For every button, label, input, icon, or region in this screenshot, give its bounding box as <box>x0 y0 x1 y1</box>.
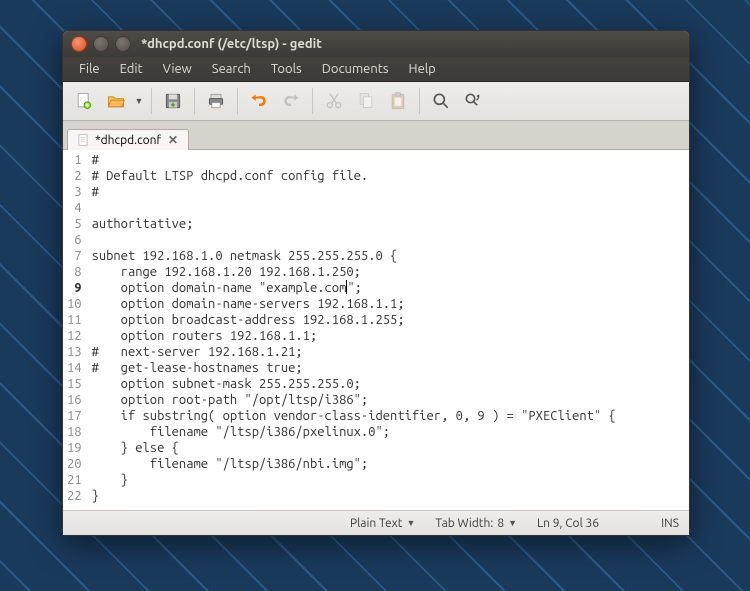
menu-edit[interactable]: Edit <box>110 59 153 79</box>
tab-dhcpd-conf[interactable]: *dhcpd.conf ✕ <box>67 129 189 150</box>
gedit-window: *dhcpd.conf (/etc/ltsp) - gedit File Edi… <box>62 30 690 536</box>
menu-documents[interactable]: Documents <box>312 59 399 79</box>
toolbar: ▼ <box>63 82 689 121</box>
menu-help[interactable]: Help <box>399 59 446 79</box>
cursor-position: Ln 9, Col 36 <box>527 517 609 530</box>
line-number: 6 <box>67 232 82 248</box>
line-number: 1 <box>67 152 82 168</box>
insert-mode[interactable]: INS <box>609 517 689 530</box>
titlebar[interactable]: *dhcpd.conf (/etc/ltsp) - gedit <box>63 31 689 57</box>
separator <box>194 88 195 114</box>
line-number: 19 <box>67 440 82 456</box>
tab-label: *dhcpd.conf <box>95 134 161 147</box>
code-line[interactable]: range 192.168.1.20 192.168.1.250; <box>92 264 689 280</box>
line-number: 21 <box>67 472 82 488</box>
paste-button[interactable] <box>383 86 413 116</box>
chevron-down-icon: ▼ <box>508 518 517 528</box>
new-file-button[interactable] <box>69 86 99 116</box>
line-number: 12 <box>67 328 82 344</box>
redo-button[interactable] <box>276 86 306 116</box>
separator <box>151 88 152 114</box>
menu-search[interactable]: Search <box>202 59 261 79</box>
menu-file[interactable]: File <box>69 59 110 79</box>
code-line[interactable]: option routers 192.168.1.1; <box>92 328 689 344</box>
line-number: 10 <box>67 296 82 312</box>
separator <box>312 88 313 114</box>
copy-button[interactable] <box>351 86 381 116</box>
code-line[interactable]: } else { <box>92 440 689 456</box>
line-number: 7 <box>67 248 82 264</box>
text-cursor <box>346 280 347 294</box>
code-line[interactable]: # get-lease-hostnames true; <box>92 360 689 376</box>
code-line[interactable]: subnet 192.168.1.0 netmask 255.255.255.0… <box>92 248 689 264</box>
line-number: 13 <box>67 344 82 360</box>
code-line[interactable]: # Default LTSP dhcpd.conf config file. <box>92 168 689 184</box>
code-line[interactable]: option root-path "/opt/ltsp/i386"; <box>92 392 689 408</box>
code-line[interactable]: option broadcast-address 192.168.1.255; <box>92 312 689 328</box>
line-number: 9 <box>67 280 82 296</box>
line-number: 15 <box>67 376 82 392</box>
line-number: 17 <box>67 408 82 424</box>
separator <box>237 88 238 114</box>
tab-close-button[interactable]: ✕ <box>166 133 180 147</box>
line-number: 16 <box>67 392 82 408</box>
menu-view[interactable]: View <box>153 59 202 79</box>
menubar: File Edit View Search Tools Documents He… <box>63 57 689 82</box>
code-line[interactable] <box>92 232 689 248</box>
line-number: 8 <box>67 264 82 280</box>
tab-width-selector[interactable]: Tab Width: 8 ▼ <box>425 517 527 530</box>
menu-tools[interactable]: Tools <box>261 59 312 79</box>
code-line[interactable]: option domain-name "example.com"; <box>92 280 689 296</box>
code-line[interactable]: } <box>92 472 689 488</box>
chevron-down-icon: ▼ <box>406 518 415 528</box>
find-replace-button[interactable] <box>458 86 488 116</box>
print-button[interactable] <box>201 86 231 116</box>
code-line[interactable]: option domain-name-servers 192.168.1.1; <box>92 296 689 312</box>
code-line[interactable]: } <box>92 488 689 504</box>
find-button[interactable] <box>426 86 456 116</box>
code-line[interactable]: filename "/ltsp/i386/pxelinux.0"; <box>92 424 689 440</box>
line-number: 2 <box>67 168 82 184</box>
line-number: 22 <box>67 488 82 504</box>
code-line[interactable]: # next-server 192.168.1.21; <box>92 344 689 360</box>
open-file-button[interactable] <box>101 86 131 116</box>
save-button[interactable] <box>158 86 188 116</box>
code-line[interactable]: filename "/ltsp/i386/nbi.img"; <box>92 456 689 472</box>
code-line[interactable] <box>92 200 689 216</box>
statusbar: Plain Text ▼ Tab Width: 8 ▼ Ln 9, Col 36… <box>63 510 689 535</box>
undo-button[interactable] <box>244 86 274 116</box>
cut-button[interactable] <box>319 86 349 116</box>
line-number: 20 <box>67 456 82 472</box>
code-line[interactable]: authoritative; <box>92 216 689 232</box>
line-number: 18 <box>67 424 82 440</box>
syntax-selector[interactable]: Plain Text ▼ <box>340 517 425 530</box>
document-icon <box>76 133 90 147</box>
line-number-gutter: 12345678910111213141516171819202122 <box>63 150 88 510</box>
code-line[interactable]: # <box>92 184 689 200</box>
line-number: 11 <box>67 312 82 328</box>
window-title: *dhcpd.conf (/etc/ltsp) - gedit <box>141 37 322 51</box>
open-recent-dropdown[interactable]: ▼ <box>133 96 145 106</box>
tabbar: *dhcpd.conf ✕ <box>63 121 689 150</box>
minimize-icon[interactable] <box>93 36 109 52</box>
line-number: 14 <box>67 360 82 376</box>
code-line[interactable]: # <box>92 152 689 168</box>
code-line[interactable]: option subnet-mask 255.255.255.0; <box>92 376 689 392</box>
close-icon[interactable] <box>71 36 87 52</box>
editor[interactable]: 12345678910111213141516171819202122 ## D… <box>63 150 689 510</box>
line-number: 3 <box>67 184 82 200</box>
line-number: 4 <box>67 200 82 216</box>
code-line[interactable]: if substring( option vendor-class-identi… <box>92 408 689 424</box>
code-area[interactable]: ## Default LTSP dhcpd.conf config file.#… <box>88 150 689 510</box>
separator <box>419 88 420 114</box>
line-number: 5 <box>67 216 82 232</box>
maximize-icon[interactable] <box>115 36 131 52</box>
